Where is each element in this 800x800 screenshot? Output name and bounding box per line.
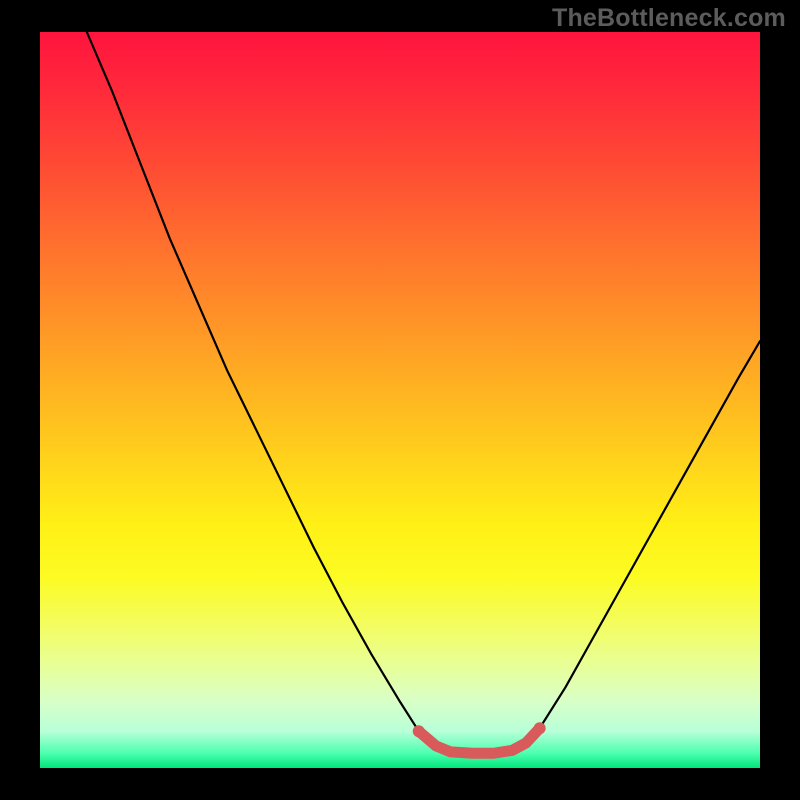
bottleneck-curve — [87, 32, 760, 753]
plot-area — [40, 32, 760, 768]
optimal-zone-start-dot — [413, 725, 425, 737]
optimal-zone-marker — [419, 728, 540, 753]
curve-svg — [40, 32, 760, 768]
optimal-zone-end-dot — [534, 722, 546, 734]
watermark-text: TheBottleneck.com — [552, 4, 786, 33]
chart-frame: TheBottleneck.com — [0, 0, 800, 800]
